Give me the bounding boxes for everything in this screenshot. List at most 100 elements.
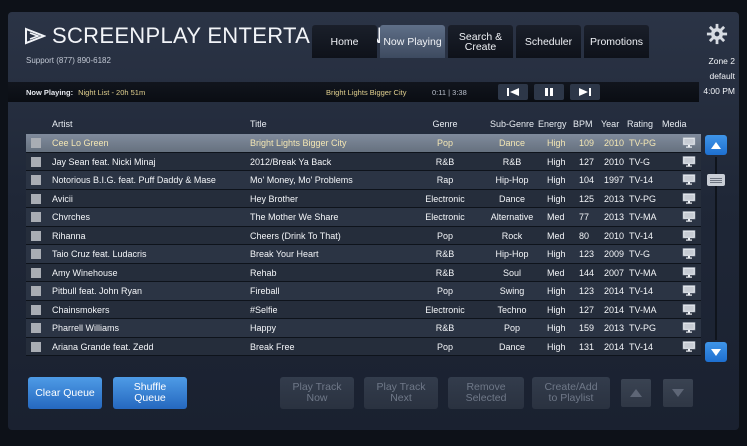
- cell-sub-genre: Hip-Hop: [495, 175, 529, 185]
- cell-genre: Electronic: [425, 212, 465, 222]
- row-checkbox[interactable]: [31, 138, 41, 148]
- move-down-button[interactable]: [663, 379, 693, 407]
- table-row[interactable]: Taio Cruz feat. Ludacris Break Your Heart…: [26, 245, 701, 264]
- pause-button[interactable]: [534, 84, 564, 100]
- column-title[interactable]: Title: [250, 119, 267, 129]
- row-checkbox[interactable]: [31, 323, 41, 333]
- arrow-down-icon: [672, 389, 684, 397]
- table-row[interactable]: Pitbull feat. John Ryan Fireball Pop Swing H…: [26, 282, 701, 301]
- cell-bpm: 109: [579, 138, 595, 148]
- column-energy[interactable]: Energy: [538, 119, 567, 129]
- column-bpm[interactable]: BPM: [573, 119, 593, 129]
- tab-home[interactable]: Home: [312, 25, 377, 58]
- remove-selected-button[interactable]: Remove Selected: [448, 377, 524, 409]
- monitor-icon[interactable]: [682, 192, 696, 204]
- tab-now-playing[interactable]: Now Playing: [380, 25, 445, 58]
- cell-energy: High: [547, 138, 566, 148]
- cell-artist: Notorious B.I.G. feat. Puff Daddy & Mase: [52, 175, 216, 185]
- cell-energy: High: [547, 304, 566, 315]
- row-checkbox[interactable]: [31, 341, 41, 352]
- cell-title: #Selfie: [250, 304, 278, 315]
- column-rating[interactable]: Rating: [627, 119, 653, 129]
- table-row[interactable]: Amy Winehouse Rehab R&B Soul Med 144 2007 TV-MA: [26, 263, 701, 282]
- row-checkbox[interactable]: [31, 267, 41, 278]
- monitor-icon[interactable]: [682, 303, 696, 315]
- table-row[interactable]: Chainsmokers #Selfie Electronic Techno High 1…: [26, 300, 701, 319]
- clear-queue-button[interactable]: Clear Queue: [28, 377, 102, 409]
- create-add-playlist-button[interactable]: Create/Add to Playlist: [532, 377, 610, 409]
- cell-sub-genre: Alternative: [490, 212, 534, 222]
- cell-sub-genre: Swing: [499, 286, 525, 296]
- monitor-icon[interactable]: [682, 340, 696, 352]
- cell-bpm: 127: [579, 156, 595, 167]
- scroll-down-button[interactable]: [705, 342, 727, 362]
- tab-scheduler[interactable]: Scheduler: [516, 25, 581, 58]
- cell-rating: TV-14: [629, 341, 654, 352]
- tab-promotions[interactable]: Promotions: [584, 25, 649, 58]
- play-track-now-button[interactable]: Play Track Now: [280, 377, 354, 409]
- row-checkbox[interactable]: [31, 249, 41, 259]
- cell-sub-genre: Pop: [503, 323, 520, 333]
- monitor-icon[interactable]: [682, 229, 696, 241]
- cell-artist: Chvrches: [52, 212, 91, 222]
- cell-sub-genre: Hip-Hop: [495, 249, 529, 259]
- cell-year: 1997: [604, 175, 625, 185]
- table-row[interactable]: Jay Sean feat. Nicki Minaj 2012/Break Ya …: [26, 152, 701, 171]
- monitor-icon[interactable]: [682, 155, 696, 167]
- monitor-icon[interactable]: [682, 322, 696, 333]
- gear-icon[interactable]: [705, 22, 729, 46]
- shuffle-queue-button[interactable]: Shuffle Queue: [113, 377, 187, 409]
- cell-genre: Electronic: [425, 193, 465, 204]
- skip-forward-icon: [579, 88, 591, 96]
- column-genre[interactable]: Genre: [418, 119, 472, 129]
- pause-icon: [545, 88, 553, 96]
- move-up-button[interactable]: [621, 379, 651, 407]
- table-row[interactable]: Ariana Grande feat. Zedd Break Free Pop Dan…: [26, 337, 701, 356]
- cell-year: 2013: [604, 193, 625, 204]
- cell-artist: Avicii: [52, 193, 73, 204]
- scroll-thumb[interactable]: [707, 174, 725, 186]
- table-row[interactable]: Chvrches The Mother We Share Electronic Alt…: [26, 208, 701, 227]
- monitor-icon[interactable]: [682, 248, 696, 259]
- cell-genre: Rap: [436, 175, 454, 185]
- table-row[interactable]: Notorious B.I.G. feat. Puff Daddy & Mase…: [26, 171, 701, 190]
- cell-title: Bright Lights Bigger City: [250, 138, 347, 148]
- row-checkbox[interactable]: [31, 286, 41, 296]
- scroll-up-button[interactable]: [705, 135, 727, 155]
- row-checkbox[interactable]: [31, 175, 41, 185]
- cell-sub-genre: Rock: [501, 230, 523, 241]
- arrow-up-icon: [711, 141, 721, 149]
- monitor-icon[interactable]: [682, 174, 696, 185]
- cell-genre: Pop: [436, 286, 453, 296]
- tab-search-create[interactable]: Search & Create: [448, 25, 513, 58]
- cell-energy: High: [547, 249, 566, 259]
- monitor-icon[interactable]: [682, 211, 696, 222]
- cell-artist: Chainsmokers: [52, 304, 110, 315]
- table-row[interactable]: Avicii Hey Brother Electronic Dance High 125 2…: [26, 189, 701, 208]
- cell-genre: Pop: [436, 230, 453, 241]
- next-track-button[interactable]: [570, 84, 600, 100]
- column-year[interactable]: Year: [601, 119, 619, 129]
- table-row[interactable]: Pharrell Williams Happy R&B Pop High 159 2013 T…: [26, 319, 701, 338]
- cell-title: Break Free: [250, 341, 295, 352]
- row-checkbox[interactable]: [31, 230, 41, 241]
- table-row[interactable]: Cee Lo Green Bright Lights Bigger City Pop…: [26, 134, 701, 153]
- cell-year: 2010: [604, 230, 625, 241]
- play-track-next-button[interactable]: Play Track Next: [364, 377, 438, 409]
- column-media[interactable]: Media: [662, 119, 687, 129]
- row-checkbox[interactable]: [31, 193, 41, 204]
- row-checkbox[interactable]: [31, 304, 41, 315]
- cell-sub-genre: Dance: [498, 193, 525, 204]
- column-artist[interactable]: Artist: [52, 119, 73, 129]
- monitor-icon[interactable]: [682, 285, 696, 296]
- monitor-icon[interactable]: [682, 266, 696, 278]
- column-sub-genre[interactable]: Sub-Genre: [482, 119, 542, 129]
- previous-track-button[interactable]: [498, 84, 528, 100]
- cell-energy: High: [547, 193, 566, 204]
- row-checkbox[interactable]: [31, 212, 41, 222]
- row-checkbox[interactable]: [31, 156, 41, 167]
- monitor-icon[interactable]: [682, 137, 696, 148]
- arrow-up-icon: [630, 389, 642, 397]
- cell-year: 2013: [604, 323, 625, 333]
- table-row[interactable]: Rihanna Cheers (Drink To That) Pop Rock Med 8…: [26, 226, 701, 245]
